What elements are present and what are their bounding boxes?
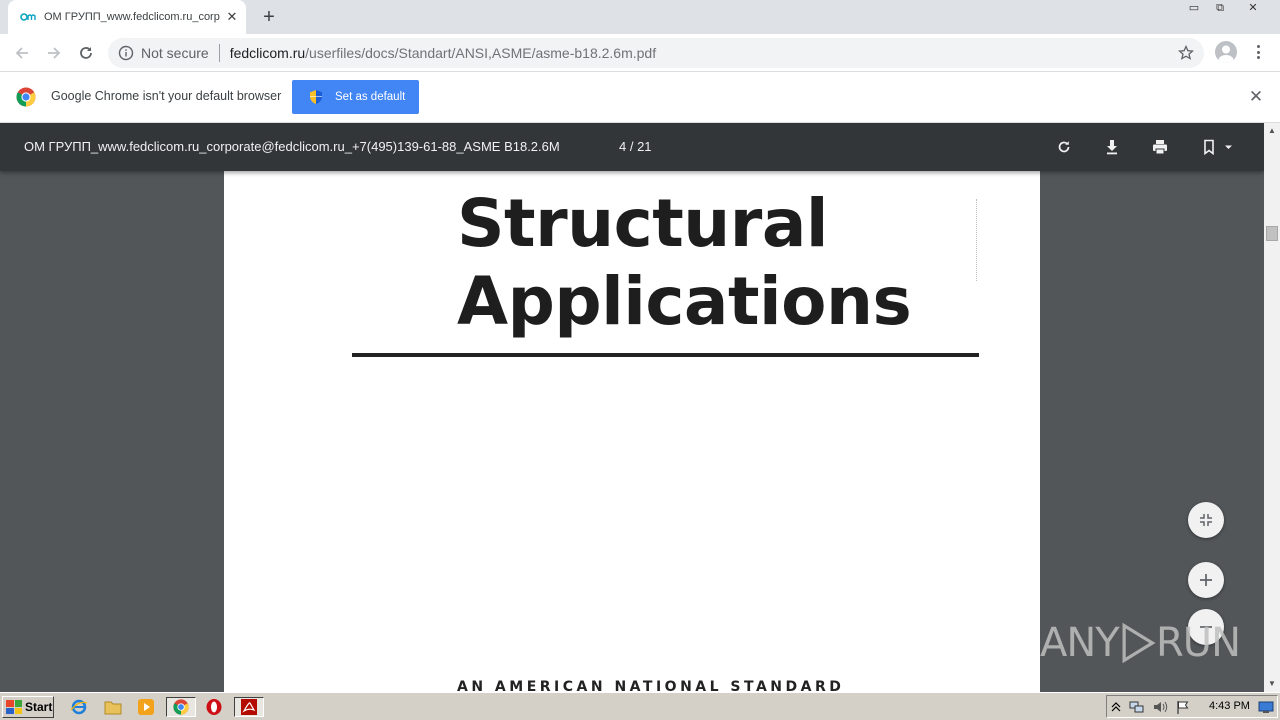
clock[interactable]: 4:43 PM (1209, 700, 1250, 712)
minimize-button[interactable]: ▭ (1181, 0, 1207, 18)
tray-expand-icon[interactable] (1109, 697, 1123, 717)
chrome-logo-icon (16, 87, 36, 107)
bookmarks-menu-button[interactable] (1196, 135, 1236, 159)
info-icon[interactable] (118, 45, 134, 61)
heading-line-2: Applications (457, 263, 912, 340)
browser-tab[interactable]: ОМ ГРУПП_www.fedclicom.ru_corporate@fedc… (8, 0, 246, 34)
window-close-button[interactable]: ✕ (1240, 0, 1266, 18)
pdf-page: Structural Applications AN AMERICAN NATI… (224, 171, 1040, 692)
bookmark-star-icon[interactable] (1177, 44, 1195, 61)
watermark-text-left: ANY (1040, 620, 1120, 666)
reload-icon (80, 47, 92, 59)
windows-taskbar: Start 4:43 PM (0, 692, 1280, 720)
browser-toolbar: Not secure fedclicom.ru /userfiles/docs/… (0, 34, 1280, 72)
scroll-down-arrow-icon[interactable]: ▼ (1264, 676, 1280, 692)
set-as-default-button[interactable]: Set as default (292, 80, 419, 114)
address-separator (218, 44, 220, 62)
download-icon (1107, 140, 1117, 155)
print-icon (1153, 140, 1167, 155)
media-player-icon[interactable] (135, 697, 157, 717)
zoom-in-button[interactable] (1188, 562, 1224, 598)
watermark-text-right: RUN (1156, 620, 1241, 666)
system-tray: 4:43 PM (1106, 695, 1278, 718)
reload-button[interactable] (74, 41, 98, 65)
fit-to-page-button[interactable] (1188, 502, 1224, 538)
infobar-message: Google Chrome isn't your default browser (51, 89, 282, 103)
address-bar[interactable]: Not secure fedclicom.ru /userfiles/docs/… (108, 38, 1204, 68)
show-desktop-icon[interactable] (1257, 697, 1275, 717)
start-label: Start (25, 700, 53, 714)
browser-menu-icon[interactable] (1249, 43, 1267, 61)
om-logo-icon (20, 12, 36, 22)
tab-title: ОМ ГРУПП_www.fedclicom.ru_corporate@fedc… (44, 11, 220, 23)
security-status[interactable]: Not secure (141, 45, 209, 61)
heading-rule (352, 353, 979, 357)
start-button[interactable]: Start (2, 696, 54, 718)
url-host: fedclicom.ru (229, 45, 306, 61)
scroll-up-arrow-icon[interactable]: ▲ (1264, 123, 1280, 139)
set-as-default-label: Set as default (335, 91, 406, 103)
bookmark-dropdown-icon (1204, 139, 1232, 156)
forward-button[interactable] (42, 41, 66, 65)
print-button[interactable] (1148, 135, 1172, 159)
document-heading: Structural Applications (457, 185, 912, 341)
vertical-scrollbar[interactable]: ▲ ▼ (1264, 123, 1280, 692)
action-center-flag-icon[interactable] (1174, 697, 1192, 717)
back-button[interactable] (10, 41, 34, 65)
page-side-mark (976, 199, 978, 281)
plus-icon (1200, 574, 1212, 586)
pdf-toolbar: ОМ ГРУПП_www.fedclicom.ru_corporate@fedc… (0, 123, 1264, 171)
volume-icon[interactable] (1151, 697, 1169, 717)
pdf-page-indicator[interactable]: 4 / 21 (619, 139, 652, 154)
default-browser-infobar: Google Chrome isn't your default browser… (0, 72, 1280, 123)
rotate-icon (1058, 141, 1070, 153)
file-explorer-icon[interactable] (102, 697, 124, 717)
shield-icon (308, 89, 324, 105)
pdf-document-title: ОМ ГРУПП_www.fedclicom.ru_corporate@fedc… (24, 139, 560, 154)
tab-strip: ОМ ГРУПП_www.fedclicom.ru_corporate@fedc… (0, 0, 1280, 34)
anyrun-watermark: ANY RUN (1040, 609, 1241, 677)
internet-explorer-icon[interactable] (68, 697, 90, 717)
rotate-button[interactable] (1052, 135, 1076, 159)
play-logo-icon (1122, 622, 1156, 664)
network-icon[interactable] (1128, 697, 1146, 717)
new-tab-button[interactable]: + (258, 6, 280, 28)
heading-line-1: Structural (457, 185, 829, 262)
pdf-viewer: ОМ ГРУПП_www.fedclicom.ru_corporate@fedc… (0, 123, 1280, 692)
windows-logo-icon (6, 700, 22, 714)
arrow-right-icon (48, 47, 61, 59)
scrollbar-thumb[interactable] (1266, 226, 1278, 241)
profile-avatar-icon[interactable] (1215, 41, 1237, 63)
infobar-close-icon[interactable]: ✕ (1248, 88, 1264, 105)
fit-page-icon (1200, 514, 1212, 526)
url-path: /userfiles/docs/Standart/ANSI,ASME/asme-… (305, 45, 657, 61)
download-button[interactable] (1100, 135, 1124, 159)
tab-close-icon[interactable]: ✕ (224, 9, 240, 25)
restore-button[interactable]: ⧉ (1207, 0, 1233, 18)
pdf-reader-icon[interactable] (234, 697, 264, 717)
arrow-left-icon (15, 47, 28, 59)
opera-icon[interactable] (203, 697, 225, 717)
chrome-taskbar-icon[interactable] (166, 697, 196, 717)
document-footer-text: AN AMERICAN NATIONAL STANDARD (457, 679, 845, 692)
